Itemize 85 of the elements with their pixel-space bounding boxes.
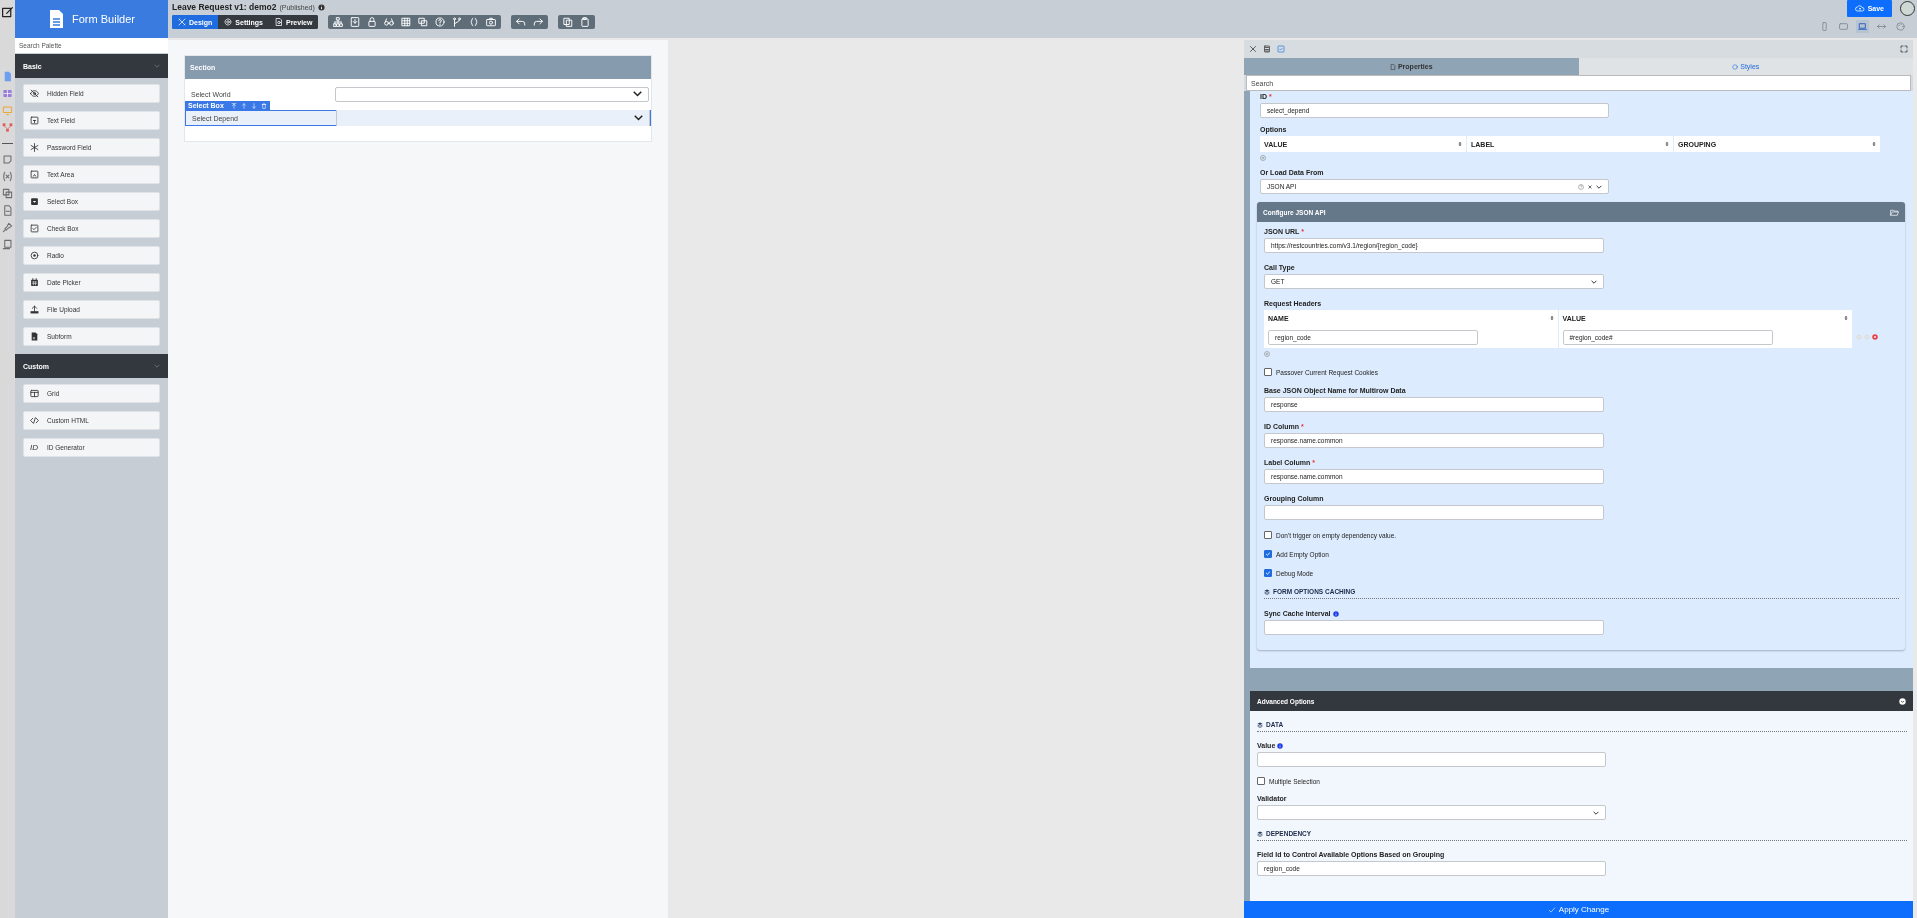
code-icon xyxy=(30,416,39,425)
cloud-upload-icon xyxy=(1854,5,1865,12)
palette-icon[interactable] xyxy=(1894,20,1907,33)
document-icon xyxy=(30,332,39,341)
delete-icon[interactable] xyxy=(1872,334,1878,340)
document-icon xyxy=(1389,63,1396,70)
arrow-down-icon[interactable] xyxy=(250,102,257,109)
dropdown-icon xyxy=(30,197,39,206)
tools-icon xyxy=(178,18,186,26)
text-field[interactable] xyxy=(1264,505,1604,520)
apply-button[interactable]: Apply Change xyxy=(1244,901,1913,918)
laptop-icon[interactable] xyxy=(1856,20,1869,33)
form-title: Leave Request v1: demo2 xyxy=(172,2,277,12)
folder-open-icon[interactable] xyxy=(1890,208,1899,216)
grid-icon xyxy=(30,389,39,398)
text-field[interactable] xyxy=(1264,620,1604,635)
select-field[interactable] xyxy=(1257,805,1606,820)
check-icon xyxy=(1547,906,1556,913)
id-icon: ID xyxy=(30,443,39,452)
layers-icon xyxy=(1257,721,1263,728)
copy-icon[interactable] xyxy=(2,188,13,199)
radio-icon xyxy=(30,251,39,260)
pin-icon[interactable] xyxy=(2,222,13,233)
checkbox[interactable] xyxy=(1264,531,1272,539)
layers-icon xyxy=(1257,830,1263,837)
text-area-icon xyxy=(30,170,39,179)
upload-icon xyxy=(30,305,39,314)
document-icon[interactable] xyxy=(2,71,13,82)
asterisk-icon xyxy=(30,143,39,152)
chevron-circle-icon xyxy=(1899,697,1906,705)
sort-icon xyxy=(1458,141,1462,147)
hierarchy-icon[interactable] xyxy=(331,17,346,27)
chevron-down-icon xyxy=(154,364,160,368)
text-field-icon xyxy=(30,116,39,125)
script-icon[interactable] xyxy=(2,239,13,250)
help-icon xyxy=(1578,183,1584,190)
preview-icon xyxy=(274,18,283,26)
camera-icon[interactable] xyxy=(484,17,499,27)
fullscreen-icon[interactable] xyxy=(1900,45,1908,53)
app-title: Form Builder xyxy=(72,13,135,25)
chevron-down-icon xyxy=(633,91,642,97)
info-icon[interactable] xyxy=(317,3,325,11)
variable-icon[interactable] xyxy=(2,171,13,182)
sort-icon xyxy=(1872,141,1876,147)
redo-icon[interactable] xyxy=(531,17,546,27)
clear-icon[interactable] xyxy=(1587,183,1593,190)
calendar-icon xyxy=(30,278,39,287)
checkbox[interactable] xyxy=(1264,368,1272,376)
help-icon[interactable] xyxy=(433,17,448,27)
calculator-icon[interactable] xyxy=(1263,45,1271,53)
move-up-icon[interactable] xyxy=(230,102,237,109)
checkbox-icon[interactable] xyxy=(1277,45,1285,53)
page-icon[interactable] xyxy=(2,205,13,216)
select-field[interactable] xyxy=(336,110,650,126)
close-icon[interactable] xyxy=(1249,45,1257,53)
checkbox-icon xyxy=(30,224,39,233)
chevron-down-icon xyxy=(1591,278,1597,285)
checkbox[interactable] xyxy=(1264,550,1272,558)
check-icon xyxy=(1265,570,1271,576)
glasses-icon[interactable] xyxy=(382,17,397,27)
text-field[interactable] xyxy=(1257,752,1606,767)
tablet-icon[interactable] xyxy=(1837,20,1850,33)
checkbox[interactable] xyxy=(1257,777,1265,785)
chevron-down-icon xyxy=(1593,809,1599,816)
layers-icon xyxy=(1264,588,1270,595)
avatar[interactable] xyxy=(1900,1,1915,16)
edit-icon[interactable] xyxy=(1,6,14,19)
sort-icon xyxy=(1844,315,1848,321)
eye-slash-icon xyxy=(30,89,39,98)
sort-icon xyxy=(1665,141,1669,147)
trash-icon[interactable] xyxy=(260,102,267,109)
chevron-down-icon xyxy=(634,115,643,121)
sort-icon xyxy=(1549,315,1554,321)
select-field[interactable] xyxy=(335,86,649,102)
checkbox[interactable] xyxy=(1264,569,1272,577)
arrow-up-icon[interactable] xyxy=(240,102,247,109)
document-icon xyxy=(48,9,64,29)
chevron-down-icon xyxy=(1596,183,1602,190)
table-icon[interactable] xyxy=(2,88,13,99)
check-icon xyxy=(1265,551,1271,557)
gear-icon xyxy=(224,18,233,26)
note-icon[interactable] xyxy=(2,154,13,165)
chevron-down-icon xyxy=(154,64,160,68)
flow-icon[interactable] xyxy=(2,122,13,133)
palette-icon xyxy=(1732,63,1739,70)
